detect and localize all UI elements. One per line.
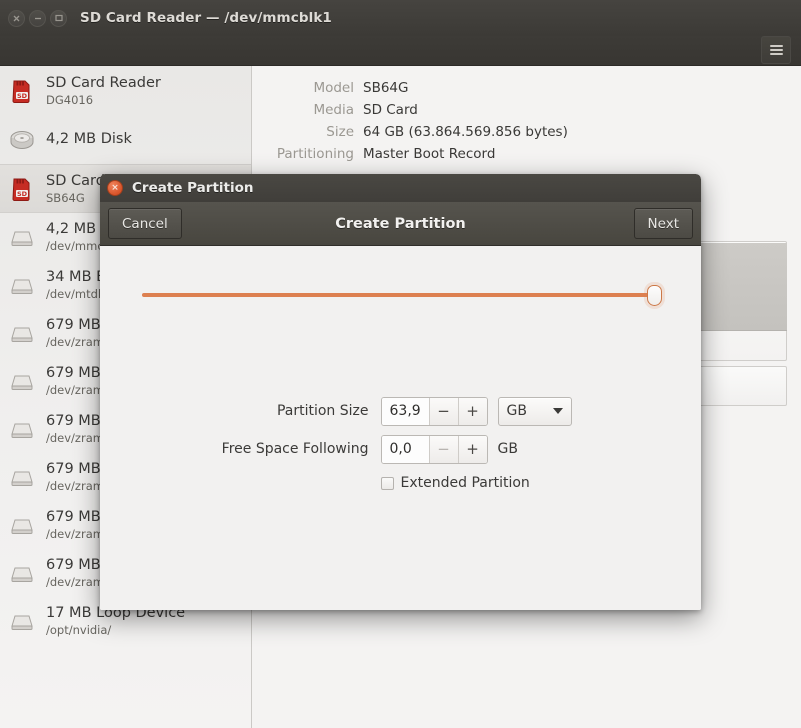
partition-form: Partition Size − + GB Fre xyxy=(100,392,701,498)
sd-card-icon: SD xyxy=(7,174,37,204)
free-space-row: Free Space Following − + GB xyxy=(100,430,701,468)
extended-partition-checkbox[interactable] xyxy=(380,476,394,490)
block-device-icon xyxy=(7,366,37,396)
close-window-icon[interactable] xyxy=(8,9,25,27)
block-device-icon xyxy=(7,270,37,300)
sd-card-icon: SD xyxy=(7,76,37,106)
chevron-down-icon xyxy=(552,408,563,414)
free-space-unit-label: GB xyxy=(497,441,518,457)
free-space-input[interactable] xyxy=(381,435,429,463)
extended-partition-checkbox-wrap[interactable]: Extended Partition xyxy=(380,475,530,491)
block-device-icon xyxy=(7,606,37,636)
sidebar-item-subtitle: DG4016 xyxy=(46,92,94,107)
sidebar-item-device-0[interactable]: SD SD Card Reader DG4016 xyxy=(0,66,251,115)
minimize-window-icon[interactable] xyxy=(29,9,46,27)
block-device-icon xyxy=(7,462,37,492)
window-controls xyxy=(8,9,67,27)
sidebar-item-title: SD Card Reader xyxy=(46,74,161,91)
free-space-label: Free Space Following xyxy=(221,441,369,457)
slider-handle[interactable] xyxy=(647,285,662,306)
sidebar-item-title: 4,2 MB Disk xyxy=(46,131,132,147)
window-title: SD Card Reader — /dev/mmcblk1 xyxy=(80,10,332,26)
dialog-window-title: Create Partition xyxy=(132,180,254,196)
info-key: Media xyxy=(313,102,354,118)
block-device-icon xyxy=(7,558,37,588)
hamburger-menu-icon[interactable] xyxy=(761,36,791,64)
free-space-decrement-button[interactable]: − xyxy=(428,435,458,463)
extended-partition-control[interactable]: Extended Partition xyxy=(380,475,671,491)
app-toolbar xyxy=(0,36,801,66)
free-space-stepper[interactable]: − + xyxy=(380,434,488,464)
next-button[interactable]: Next xyxy=(633,208,693,239)
partition-size-stepper[interactable]: − + xyxy=(380,396,488,426)
info-value: Master Boot Record xyxy=(363,146,496,162)
create-partition-dialog: × Create Partition Cancel Create Partiti… xyxy=(100,174,701,610)
application-window: SD Card Reader — /dev/mmcblk1 SD SD Card… xyxy=(0,0,801,728)
sidebar-item-device-1[interactable]: 4,2 MB Disk xyxy=(0,115,251,164)
info-key: Model xyxy=(313,80,354,96)
sidebar-item-subtitle: /opt/nvidia/ xyxy=(46,623,112,637)
cancel-button[interactable]: Cancel xyxy=(108,208,182,239)
partition-size-decrement-button[interactable]: − xyxy=(428,397,458,425)
partition-size-unit-select[interactable]: GB xyxy=(497,396,572,426)
partition-size-input[interactable] xyxy=(381,397,429,425)
free-space-controls: − + GB xyxy=(380,434,671,464)
table-row: Media SD Card xyxy=(253,99,568,121)
block-device-icon xyxy=(7,510,37,540)
block-device-icon xyxy=(7,318,37,348)
block-device-icon xyxy=(7,414,37,444)
sidebar-item-text: SD Card Reader DG4016 xyxy=(46,74,161,108)
dialog-body: Partition Size − + GB Fre xyxy=(100,246,701,610)
info-key: Partitioning xyxy=(276,146,354,162)
table-row: Partitioning Master Boot Record xyxy=(253,143,568,165)
close-icon[interactable]: × xyxy=(107,180,123,196)
disk-icon xyxy=(7,125,37,155)
drive-info-table: Model SB64G Media SD Card Size 64 GB (63… xyxy=(253,77,568,165)
partition-size-controls: − + GB xyxy=(380,396,671,426)
dialog-titlebar: × Create Partition xyxy=(100,174,701,202)
window-titlebar: SD Card Reader — /dev/mmcblk1 xyxy=(0,0,801,36)
info-value: SB64G xyxy=(363,80,409,96)
extended-partition-label: Extended Partition xyxy=(400,475,530,491)
svg-text:SD: SD xyxy=(17,189,28,197)
dialog-header-title: Create Partition xyxy=(335,215,466,232)
info-value: 64 GB (63.864.569.856 bytes) xyxy=(363,124,568,140)
sidebar-item-text: 4,2 MB Disk xyxy=(46,130,132,149)
maximize-window-icon[interactable] xyxy=(50,9,67,27)
table-row: Model SB64G xyxy=(253,77,568,99)
info-value: SD Card xyxy=(363,102,418,118)
block-device-icon xyxy=(7,222,37,252)
partition-size-slider[interactable] xyxy=(142,282,662,308)
partition-size-row: Partition Size − + GB xyxy=(100,392,701,430)
dialog-header-bar: Cancel Create Partition Next xyxy=(100,202,701,246)
svg-text:SD: SD xyxy=(17,91,28,99)
partition-size-increment-button[interactable]: + xyxy=(457,397,487,425)
extended-partition-row: Extended Partition xyxy=(100,468,701,498)
table-row: Size 64 GB (63.864.569.856 bytes) xyxy=(253,121,568,143)
partition-size-unit-value: GB xyxy=(506,403,527,419)
info-key: Size xyxy=(326,124,354,140)
slider-track[interactable] xyxy=(142,293,652,297)
partition-size-label: Partition Size xyxy=(276,403,369,419)
free-space-increment-button[interactable]: + xyxy=(457,435,487,463)
